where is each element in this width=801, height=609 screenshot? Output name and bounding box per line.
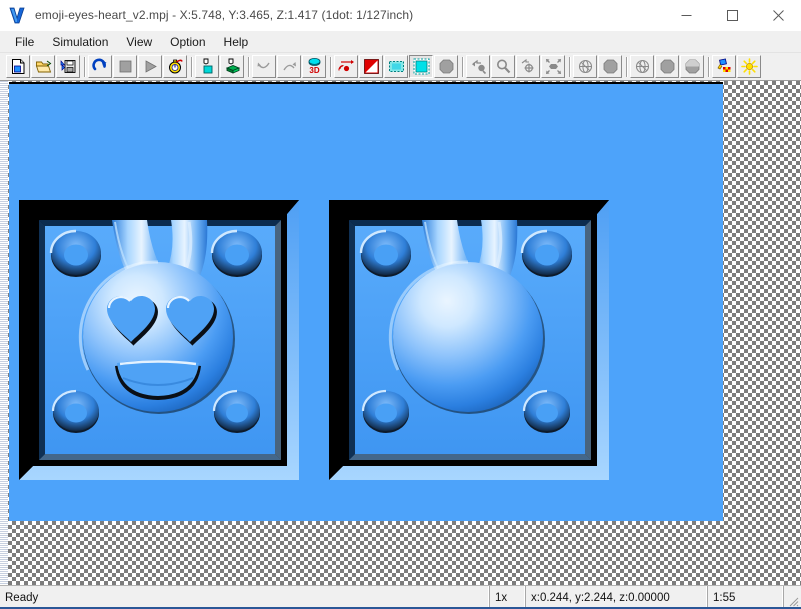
stop-simulation-button[interactable] (113, 55, 137, 78)
svg-text:3D: 3D (309, 66, 319, 75)
toolbar-separator (188, 56, 195, 78)
redo-arrow-icon (91, 58, 106, 71)
toolpath-arrow-icon (338, 60, 354, 72)
work-area (0, 81, 801, 585)
toolbar-separator (705, 56, 712, 78)
rotate-right-button[interactable] (277, 55, 301, 78)
rotate-right-arrow-icon (282, 62, 296, 71)
title-bar: emoji-eyes-heart_v2.mpj - X:5.748, Y:3.4… (0, 0, 801, 31)
wireframe-globe-2-button[interactable] (630, 55, 654, 78)
window-title: emoji-eyes-heart_v2.mpj - X:5.748, Y:3.4… (35, 8, 414, 22)
toolbar-separator (566, 56, 573, 78)
minimize-button[interactable] (663, 0, 709, 31)
red-triangle-icon (363, 59, 379, 74)
toolbar-separator (245, 56, 252, 78)
emoji-heart-eyes-mold (19, 200, 299, 480)
dashed-selection-icon (388, 61, 404, 72)
menu-item-option[interactable]: Option (161, 32, 214, 52)
toolbar-separator (327, 56, 334, 78)
v-logo-icon (4, 2, 30, 28)
toolbar-separator (459, 56, 466, 78)
scrollbar-thumb[interactable] (0, 81, 8, 585)
view-3d-button[interactable]: 3D (302, 55, 326, 78)
save-disk-icon (60, 60, 75, 73)
stock-block-icon (203, 58, 212, 74)
dashed-crop-icon (413, 58, 429, 75)
3d-simulation-canvas[interactable] (9, 82, 723, 521)
open-file-button[interactable] (31, 55, 55, 78)
material-color-button[interactable] (712, 55, 736, 78)
select-region-button[interactable] (384, 55, 408, 78)
maximize-button[interactable] (709, 0, 755, 31)
application-window: emoji-eyes-heart_v2.mpj - X:5.748, Y:3.4… (0, 0, 801, 609)
render-quality-button[interactable] (359, 55, 383, 78)
fit-view-button[interactable] (541, 55, 565, 78)
flat-octagon-icon (603, 59, 617, 74)
shaded-octagon-button[interactable] (680, 55, 704, 78)
play-triangle-icon (145, 60, 157, 73)
rotate-left-arrow-icon (257, 62, 270, 69)
flat-shade-button[interactable] (598, 55, 622, 78)
light-settings-button[interactable] (737, 55, 761, 78)
rotate-left-button[interactable] (252, 55, 276, 78)
simulation-speed-button[interactable] (163, 55, 187, 78)
magnifier-icon (496, 59, 510, 74)
toolbar-separator (623, 56, 630, 78)
status-coordinates: x:0.244, y:2.244, z:0.00000 (525, 586, 707, 609)
vertical-scrollbar[interactable] (0, 81, 8, 585)
shaded-octagon-icon (685, 59, 699, 74)
save-file-button[interactable] (56, 55, 80, 78)
plain-sphere-mold (329, 200, 609, 480)
menu-item-help[interactable]: Help (215, 32, 258, 52)
pan-view-button[interactable] (516, 55, 540, 78)
wireframe-globe-icon (635, 59, 649, 74)
gray-octagon-icon (660, 59, 674, 74)
material-block-icon (225, 58, 240, 74)
menu-item-simulation[interactable]: Simulation (43, 32, 117, 52)
open-folder-icon (35, 60, 51, 73)
status-zoom-level: 1x (489, 586, 525, 609)
sun-light-icon (740, 58, 758, 75)
solid-shape-button[interactable] (434, 55, 458, 78)
menu-item-view[interactable]: View (117, 32, 161, 52)
menu-item-file[interactable]: File (6, 32, 43, 52)
close-button[interactable] (755, 0, 801, 31)
main-toolbar: 3D (0, 53, 801, 81)
status-message: Ready (0, 586, 489, 609)
new-document-icon (11, 59, 24, 74)
orbit-view-button[interactable] (466, 55, 490, 78)
play-simulation-button[interactable] (138, 55, 162, 78)
stock-block-button[interactable] (195, 55, 219, 78)
material-block-button[interactable] (220, 55, 244, 78)
solid-octagon-button[interactable] (655, 55, 679, 78)
3d-model-render (19, 200, 609, 480)
toolbar-separator (81, 56, 88, 78)
crop-region-button[interactable] (409, 55, 433, 78)
fit-to-window-icon (545, 59, 561, 74)
wireframe-globe-icon (578, 59, 592, 74)
pan-move-icon (521, 58, 533, 73)
status-elapsed-time: 1:55 (707, 586, 783, 609)
reset-simulation-button[interactable] (88, 55, 112, 78)
orbit-arrows-icon (471, 59, 486, 75)
resize-grip-icon[interactable] (783, 586, 801, 609)
stop-square-icon (119, 60, 131, 73)
zoom-view-button[interactable] (491, 55, 515, 78)
wireframe-sphere-button[interactable] (573, 55, 597, 78)
toolpath-button[interactable] (334, 55, 358, 78)
stopwatch-icon (168, 59, 183, 74)
menu-bar: File Simulation View Option Help (0, 31, 801, 53)
new-file-button[interactable] (6, 55, 30, 78)
3d-view-icon: 3D (308, 58, 320, 75)
status-bar: Ready 1x x:0.244, y:2.244, z:0.00000 1:5… (0, 585, 801, 609)
gray-octagon-icon (439, 59, 453, 74)
paint-color-icon (717, 58, 730, 72)
window-controls (663, 0, 801, 31)
